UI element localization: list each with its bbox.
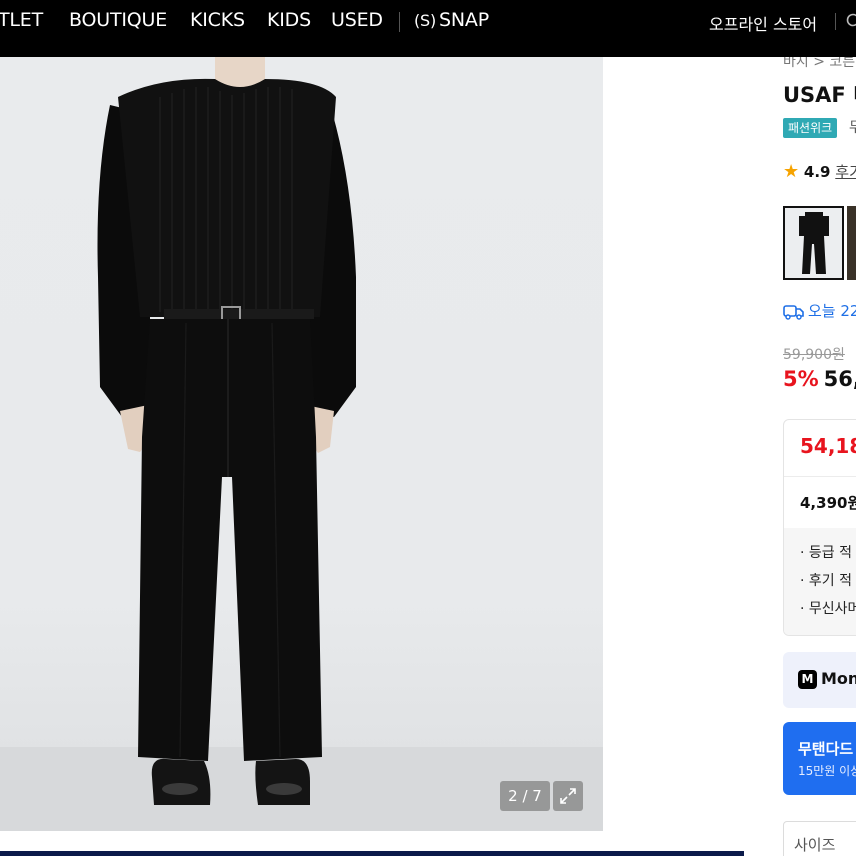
discount-rate: 5% [783,367,819,391]
benefit-item: · 후기 적 [800,573,852,589]
color-thumbnail-black[interactable] [783,206,844,280]
image-counter: 2 / 7 [500,781,550,811]
nav-item-used[interactable]: USED [331,9,383,31]
offline-store-link[interactable]: 오프라인 스토어 [709,11,817,35]
divider [784,476,856,477]
star-icon: ★ [783,161,800,182]
benefit-price: 54,18 [800,434,856,458]
color-thumbnail-olive[interactable] [847,206,856,280]
expand-icon [560,788,576,804]
snap-label: SNAP [439,9,489,31]
product-image-gallery[interactable]: 2 / 7 [0,57,603,831]
musinsa-money-banner[interactable]: M Mone [783,652,856,708]
expand-image-button[interactable] [553,781,583,811]
money-label: Mone [821,669,856,688]
money-logo-icon: M [798,670,817,689]
delivery-truck-icon [783,304,804,320]
thumbnail-image [799,212,829,274]
point-amount: 4,390원 [800,494,856,512]
benefit-item: · 무신사머 [800,601,856,617]
nav-divider [399,12,400,32]
nav-item-outlet[interactable]: TLET [0,9,43,31]
badge-extra: 무 [849,120,856,136]
size-select-label: 사이즈 [794,836,836,854]
product-photo-model [97,57,356,805]
nav-item-kicks[interactable]: KICKS [190,9,245,31]
breadcrumb[interactable]: 바지 > 코튼 [783,57,855,71]
nav-item-snap[interactable]: (S) SNAP [414,9,489,31]
snap-prefix: (S) [414,11,437,30]
max-benefit-box: 54,18 4,390원 · 등급 적 · 후기 적 · 무신사머 [783,419,856,636]
nav-item-kids[interactable]: KIDS [267,9,311,31]
size-select[interactable]: 사이즈 [783,821,856,856]
nav-item-boutique[interactable]: BOUTIQUE [69,9,167,31]
benefit-list: · 등급 적 · 후기 적 · 무신사머 [784,528,856,635]
delivery-info: 오늘 22 [783,300,856,321]
discount-price-row: 5%56, [783,367,856,391]
sale-price: 56, [823,367,856,391]
promo-banner[interactable]: 무탠다드 15만원 이상 [783,722,856,795]
promo-subtitle: 15만원 이상 [798,764,856,778]
rating-summary[interactable]: ★ 4.9 후기 [783,161,856,182]
bottom-banner-edge [0,851,744,856]
delivery-text: 오늘 22 [808,302,856,320]
top-navigation: TLET BOUTIQUE KICKS KIDS USED (S) SNAP 오프… [0,0,856,57]
promo-title: 무탠다드 [798,740,854,758]
original-price: 59,900원 [783,347,845,363]
review-link[interactable]: 후기 [835,163,856,181]
product-info-panel: 바지 > 코튼 USAF 미 패션위크 무 ★ 4.9 후기 오늘 22 59,… [783,57,856,856]
rating-value: 4.9 [803,163,831,181]
benefit-item: · 등급 적 [800,545,852,561]
nav-divider-right [835,13,836,30]
search-icon[interactable] [846,13,856,29]
fashion-week-badge: 패션위크 [783,118,838,138]
product-title: USAF 미 [783,83,856,107]
